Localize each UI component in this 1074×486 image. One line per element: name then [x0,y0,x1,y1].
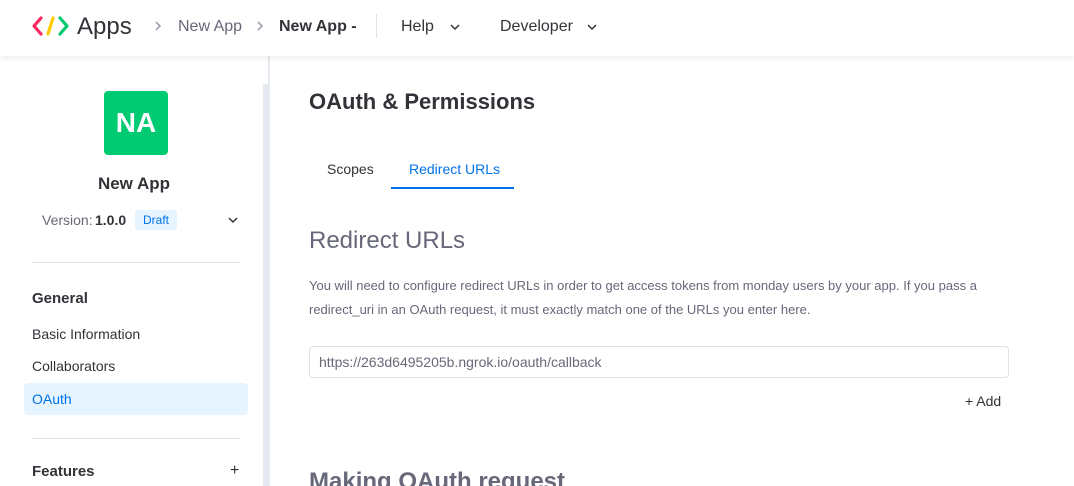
active-tab-indicator [391,187,514,189]
developer-menu[interactable]: Developer [500,18,573,36]
general-heading: General [32,290,88,307]
help-menu[interactable]: Help [401,18,434,36]
code-brackets-logo-icon[interactable] [31,15,71,37]
breadcrumb-new-app[interactable]: New App [178,18,242,36]
header-divider [376,14,377,38]
app-avatar: NA [104,91,168,155]
sidebar-divider [32,262,240,263]
top-bar: Apps New App New App - Help Developer [0,0,1074,56]
section-description: You will need to configure redirect URLs… [309,278,977,317]
status-badge: Draft [135,210,178,230]
version-value: 1.0.0 [95,212,127,228]
plus-icon[interactable]: + [230,462,239,480]
chevron-down-icon[interactable] [450,23,460,31]
breadcrumb-current[interactable]: New App - [279,18,357,36]
tab-scopes[interactable]: Scopes [327,161,374,177]
sidebar-item-oauth[interactable]: OAuth [24,383,248,415]
chevron-down-icon[interactable] [587,23,597,31]
chevron-right-icon [155,21,162,31]
add-url-button[interactable]: + Add [965,393,1001,409]
version-label: Version: [42,212,93,228]
redirect-url-input[interactable] [309,346,1009,378]
sidebar: NA New App Version: 1.0.0 Draft General … [0,56,268,486]
page-title: OAuth & Permissions [309,89,536,114]
tab-redirect-urls[interactable]: Redirect URLs [409,161,500,177]
features-heading[interactable]: Features [32,463,95,480]
sidebar-item-collaborators[interactable]: Collaborators [24,350,248,382]
sidebar-item-basic-information[interactable]: Basic Information [24,318,248,350]
chevron-right-icon [257,21,264,31]
section-title: Redirect URLs [309,227,466,254]
sidebar-divider [32,438,240,439]
chevron-down-icon[interactable] [228,216,238,224]
apps-title[interactable]: Apps [77,13,132,41]
sidebar-border [268,56,270,486]
app-name: New App [97,174,171,193]
making-oauth-request-title: Making OAuth request [309,468,566,486]
